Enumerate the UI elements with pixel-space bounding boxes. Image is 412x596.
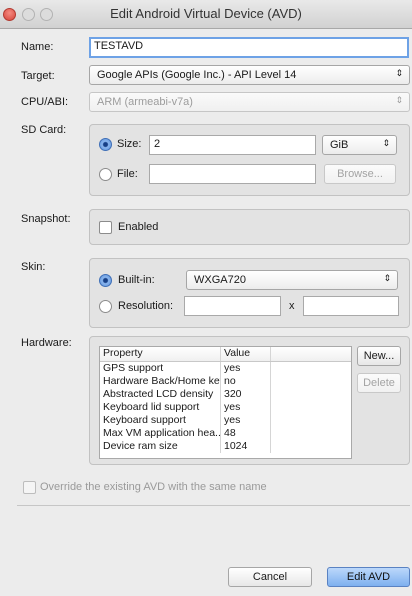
skin-group: [89, 258, 410, 328]
chevron-up-down-icon: ⇕: [382, 138, 390, 148]
property-cell: GPS support: [100, 362, 221, 375]
delete-hardware-button: Delete: [357, 373, 401, 393]
table-row[interactable]: Hardware Back/Home keys no: [100, 375, 351, 388]
property-cell: Abstracted LCD density: [100, 388, 221, 401]
cpu-abi-label: CPU/ABI:: [21, 96, 69, 108]
chevron-up-down-icon: ⇕: [395, 68, 403, 78]
size-input[interactable]: 2: [149, 135, 316, 155]
size-unit-select[interactable]: GiB ⇕: [322, 135, 397, 155]
table-row[interactable]: Keyboard lid support yes: [100, 401, 351, 414]
property-cell: Max VM application hea...: [100, 427, 221, 440]
hardware-label: Hardware:: [21, 337, 72, 349]
name-label: Name:: [21, 41, 54, 53]
file-radio-label: File:: [117, 168, 138, 180]
snapshot-enabled-checkbox[interactable]: [99, 221, 112, 234]
column-header-blank: [271, 347, 351, 361]
snapshot-label: Snapshot:: [21, 213, 71, 225]
resolution-width-input[interactable]: [184, 296, 281, 316]
resolution-radio-label: Resolution:: [118, 300, 174, 312]
property-cell: Device ram size: [100, 440, 221, 453]
resolution-height-input[interactable]: [303, 296, 399, 316]
window-title: Edit Android Virtual Device (AVD): [110, 6, 302, 21]
builtin-skin-select[interactable]: WXGA720 ⇕: [186, 270, 398, 290]
resolution-radio[interactable]: [99, 300, 112, 313]
value-cell: no: [221, 375, 271, 388]
target-select-value: Google APIs (Google Inc.) - API Level 14: [97, 69, 297, 81]
separator: [17, 505, 410, 506]
target-select[interactable]: Google APIs (Google Inc.) - API Level 14…: [89, 65, 410, 85]
browse-button: Browse...: [324, 164, 396, 184]
cpu-abi-select-value: ARM (armeabi-v7a): [97, 96, 193, 108]
table-row[interactable]: Abstracted LCD density 320: [100, 388, 351, 401]
value-cell: 320: [221, 388, 271, 401]
hardware-table[interactable]: Property Value GPS support yes Hardware …: [99, 346, 352, 459]
size-radio[interactable]: [99, 138, 112, 151]
size-unit-value: GiB: [330, 139, 349, 151]
chevron-up-down-icon: ⇕: [383, 273, 391, 283]
table-row[interactable]: Max VM application hea... 48: [100, 427, 351, 440]
value-cell: yes: [221, 414, 271, 427]
resolution-times-label: x: [289, 300, 295, 312]
value-cell: yes: [221, 401, 271, 414]
property-cell: Hardware Back/Home keys: [100, 375, 221, 388]
file-radio[interactable]: [99, 168, 112, 181]
value-cell: yes: [221, 362, 271, 375]
property-cell: Keyboard support: [100, 414, 221, 427]
snapshot-enabled-label: Enabled: [118, 221, 159, 233]
value-cell: 48: [221, 427, 271, 440]
property-cell: Keyboard lid support: [100, 401, 221, 414]
table-header: Property Value: [100, 347, 351, 362]
cpu-abi-select: ARM (armeabi-v7a) ⇕: [89, 92, 410, 112]
table-row[interactable]: GPS support yes: [100, 362, 351, 375]
table-row[interactable]: Keyboard support yes: [100, 414, 351, 427]
table-row[interactable]: Device ram size 1024: [100, 440, 351, 453]
sd-card-label: SD Card:: [21, 124, 67, 136]
builtin-radio-label: Built-in:: [118, 274, 155, 286]
column-header-value[interactable]: Value: [221, 347, 271, 361]
target-label: Target:: [21, 70, 55, 82]
name-field[interactable]: TESTAVD: [89, 37, 409, 58]
builtin-radio[interactable]: [99, 274, 112, 287]
column-header-property[interactable]: Property: [100, 347, 221, 361]
title-bar: Edit Android Virtual Device (AVD): [0, 0, 412, 29]
chevron-up-down-icon: ⇕: [395, 95, 403, 105]
builtin-skin-value: WXGA720: [194, 274, 246, 286]
file-input[interactable]: [149, 164, 316, 184]
override-label: Override the existing AVD with the same …: [40, 481, 267, 493]
size-radio-label: Size:: [117, 138, 142, 150]
edit-avd-button[interactable]: Edit AVD: [327, 567, 410, 587]
cancel-button[interactable]: Cancel: [228, 567, 312, 587]
value-cell: 1024: [221, 440, 271, 453]
override-checkbox: [23, 481, 36, 494]
skin-label: Skin:: [21, 261, 46, 273]
new-hardware-button[interactable]: New...: [357, 346, 401, 366]
